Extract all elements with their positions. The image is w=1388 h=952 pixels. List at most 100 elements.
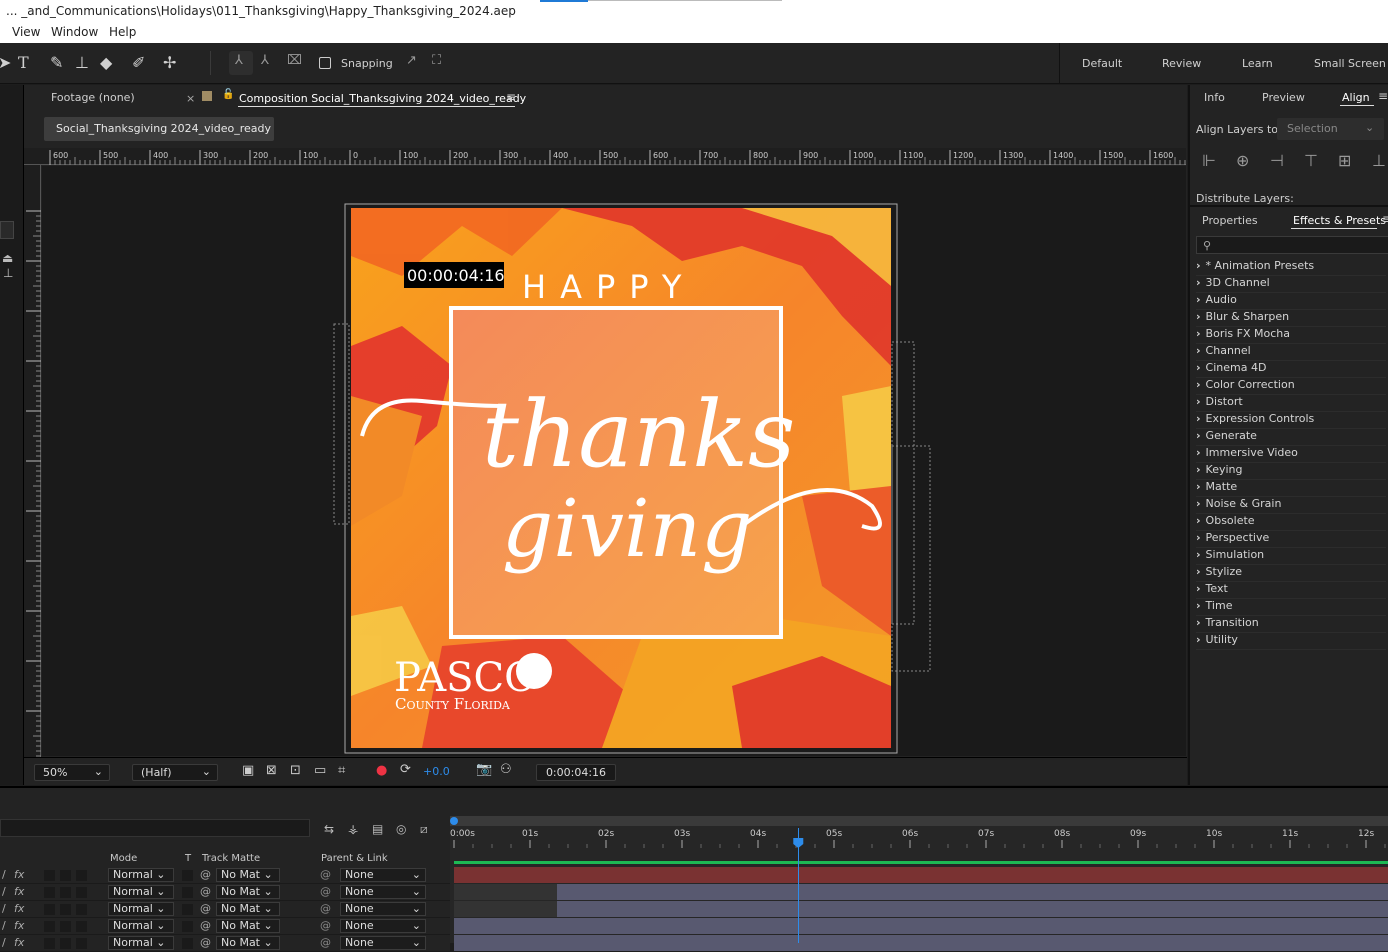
type-tool-icon[interactable]: T [18,53,29,72]
layer-switch-icon[interactable]: / [2,936,6,949]
menu-window[interactable]: Window [51,25,98,39]
align-bottom-icon[interactable]: ⊥ [1372,151,1386,170]
track-matte-dropdown[interactable]: No Mat ⌄ [216,919,280,933]
track-matte-pickwhip-icon[interactable]: @ [200,936,211,949]
preview-tab[interactable]: Preview [1262,91,1305,104]
lock-icon[interactable]: 🔓 [222,89,234,100]
preserve-transparency-switch[interactable] [182,904,193,915]
workspace-review[interactable]: Review [1162,57,1201,70]
effects-category-item[interactable]: › Color Correction [1196,378,1386,395]
fx-icon[interactable]: fx [14,868,24,881]
parent-dropdown[interactable]: None ⌄ [340,902,426,916]
effects-category-item[interactable]: › Cinema 4D [1196,361,1386,378]
video-switch[interactable] [44,870,55,881]
effects-category-item[interactable]: › 3D Channel [1196,276,1386,293]
blend-mode-dropdown[interactable]: Normal ⌄ [108,919,174,933]
parent-dropdown[interactable]: None ⌄ [340,919,426,933]
time-ruler[interactable]: 0:00s 01s 02s 03s 04s 05s 06s 07s 08s 09s 10s 11s 12… [450,826,1388,848]
effects-category-item[interactable]: › Perspective [1196,531,1386,548]
panel-menu-icon[interactable]: ≡ [506,90,516,104]
snap-target-icon[interactable]: ⛶ [432,53,441,68]
rgb-channels-icon[interactable]: ● [376,763,387,778]
transparency-grid-icon[interactable]: ⊠ [266,763,277,778]
effects-category-item[interactable]: › Stylize [1196,565,1386,582]
resolution-dropdown[interactable]: (Half) ⌄ [132,764,218,781]
layer-duration-bar[interactable] [454,918,1388,934]
shy-layers-icon[interactable]: ▤ [372,822,383,836]
comp-breadcrumb[interactable]: Social_Thanksgiving 2024_video_ready [44,117,274,141]
effects-category-item[interactable]: › Transition [1196,616,1386,633]
close-tab-icon[interactable]: × [186,92,195,105]
video-switch[interactable] [44,921,55,932]
lock-switch[interactable] [76,870,87,881]
show-snapshot-icon[interactable]: ⚇ [500,762,512,777]
preserve-transparency-switch[interactable] [182,870,193,881]
grid-guides-icon[interactable]: ⌗ [338,763,345,778]
layer-switch-icon[interactable]: / [2,885,6,898]
effects-search-input[interactable]: ⚲ [1196,236,1388,254]
parent-pickwhip-icon[interactable]: @ [320,902,331,915]
lock-switch[interactable] [76,904,87,915]
effects-category-item[interactable]: › Obsolete [1196,514,1386,531]
menu-view[interactable]: View [12,25,40,39]
fx-icon[interactable]: fx [14,936,24,949]
parent-dropdown[interactable]: None ⌄ [340,885,426,899]
current-time-display[interactable]: 0:00:04:16 [536,764,616,781]
solo-switch[interactable] [60,887,71,898]
parent-pickwhip-icon[interactable]: @ [320,885,331,898]
track-matte-dropdown[interactable]: No Mat ⌄ [216,902,280,916]
effects-category-item[interactable]: › Text [1196,582,1386,599]
fast-previews-icon[interactable]: ▣ [242,763,254,778]
fx-icon[interactable]: fx [14,885,24,898]
preserve-transparency-switch[interactable] [182,921,193,932]
playhead-line[interactable] [798,828,800,943]
effects-category-item[interactable]: › Channel [1196,344,1386,361]
timeline-layer-row[interactable]: / fx Normal ⌄ @ No Mat ⌄ @ None ⌄ [0,867,450,884]
effects-category-item[interactable]: › Expression Controls [1196,412,1386,429]
workspace-default[interactable]: Default [1082,57,1122,70]
preserve-transparency-switch[interactable] [182,938,193,949]
timeline-layer-row[interactable]: / fx Normal ⌄ @ No Mat ⌄ @ None ⌄ [0,935,450,952]
fx-icon[interactable]: fx [14,902,24,915]
align-tab[interactable]: Align [1342,91,1370,104]
hierarchy-icon[interactable]: ⊥ [3,266,13,280]
flowchart-icon[interactable]: ⏏ [2,251,13,265]
layer-duration-bar[interactable] [454,935,1388,951]
parent-dropdown[interactable]: None ⌄ [340,936,426,950]
panel-menu-icon[interactable]: ≡ [1378,89,1388,103]
workspace-small-screen[interactable]: Small Screen [1314,57,1386,70]
snapshot-camera-icon[interactable]: 📷 [476,762,492,777]
timeline-layer-row[interactable]: / fx Normal ⌄ @ No Mat ⌄ @ None ⌄ [0,918,450,935]
align-hcenter-icon[interactable]: ⊕ [1236,151,1249,170]
effects-category-item[interactable]: › Time [1196,599,1386,616]
timeline-layer-row[interactable]: / fx Normal ⌄ @ No Mat ⌄ @ None ⌄ [0,884,450,901]
track-matte-dropdown[interactable]: No Mat ⌄ [216,868,280,882]
mask-visibility-icon[interactable]: ⊡ [290,763,301,778]
blend-mode-dropdown[interactable]: Normal ⌄ [108,902,174,916]
lock-switch[interactable] [76,938,87,949]
menu-help[interactable]: Help [109,25,136,39]
layer-switch-icon[interactable]: / [2,902,6,915]
snap-edge-icon[interactable]: ↗ [406,53,417,68]
selection-tool-icon[interactable]: ➤ [0,53,11,72]
collapsed-panel-button[interactable] [0,221,14,239]
eraser-tool-icon[interactable]: ◆ [100,53,112,72]
align-vcenter-icon[interactable]: ⊞ [1338,151,1351,170]
draft-3d-icon[interactable]: ⚶ [348,822,358,836]
info-tab[interactable]: Info [1204,91,1225,104]
align-target-dropdown[interactable]: Selection ⌄ [1277,118,1384,140]
solo-switch[interactable] [60,921,71,932]
graph-editor-icon[interactable]: ⧄ [420,822,428,837]
layer-duration-bar[interactable] [556,884,1388,900]
track-matte-pickwhip-icon[interactable]: @ [200,919,211,932]
effects-category-item[interactable]: › * Animation Presets [1196,259,1386,276]
layer-duration-bar[interactable] [556,901,1388,917]
blend-mode-dropdown[interactable]: Normal ⌄ [108,868,174,882]
work-area-bar[interactable] [450,816,1388,826]
preserve-transparency-switch[interactable] [182,887,193,898]
parent-pickwhip-icon[interactable]: @ [320,868,331,881]
video-switch[interactable] [44,887,55,898]
effects-category-item[interactable]: › Generate [1196,429,1386,446]
align-right-icon[interactable]: ⊣ [1270,151,1284,170]
effects-category-item[interactable]: › Blur & Sharpen [1196,310,1386,327]
